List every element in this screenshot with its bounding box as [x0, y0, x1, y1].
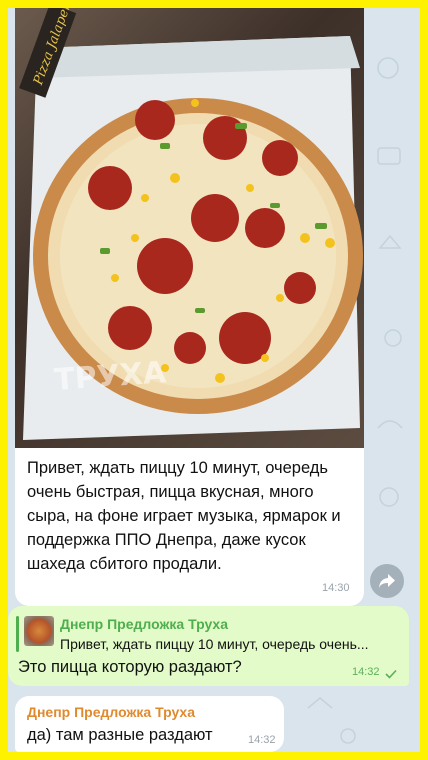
chat-area: Pizza Jalapeño ТРУХА Привет, ждать пиццу…	[8, 8, 420, 752]
incoming-message-time: 14:32	[248, 734, 276, 746]
incoming-message-text: да) там разные раздают	[27, 726, 213, 744]
photo-message-bubble[interactable]: Pizza Jalapeño ТРУХА Привет, ждать пиццу…	[15, 8, 364, 606]
read-check-icon	[385, 669, 397, 679]
outgoing-message-time: 14:32	[352, 666, 380, 678]
outgoing-message-text: Это пицца которую раздают?	[18, 658, 242, 676]
reply-thumbnail	[24, 616, 54, 646]
forward-arrow-icon	[379, 574, 395, 588]
reply-bar	[16, 616, 19, 652]
pizza-photo[interactable]: Pizza Jalapeño ТРУХА	[15, 8, 364, 448]
outgoing-message-bubble[interactable]: Днепр Предложка Труха Привет, ждать пицц…	[8, 606, 409, 686]
reply-sender-name[interactable]: Днепр Предложка Труха	[60, 616, 228, 632]
photo-message-text: Привет, ждать пиццу 10 минут, очередь оч…	[27, 459, 341, 573]
pizza-image: Pizza Jalapeño ТРУХА	[19, 8, 363, 440]
forward-button[interactable]	[370, 564, 404, 598]
incoming-message-bubble[interactable]: Днепр Предложка Труха да) там разные раз…	[15, 696, 284, 752]
incoming-sender-name[interactable]: Днепр Предложка Труха	[27, 704, 195, 720]
reply-snippet[interactable]: Привет, ждать пиццу 10 минут, очередь оч…	[60, 636, 402, 652]
photo-message-time: 14:30	[322, 582, 350, 594]
